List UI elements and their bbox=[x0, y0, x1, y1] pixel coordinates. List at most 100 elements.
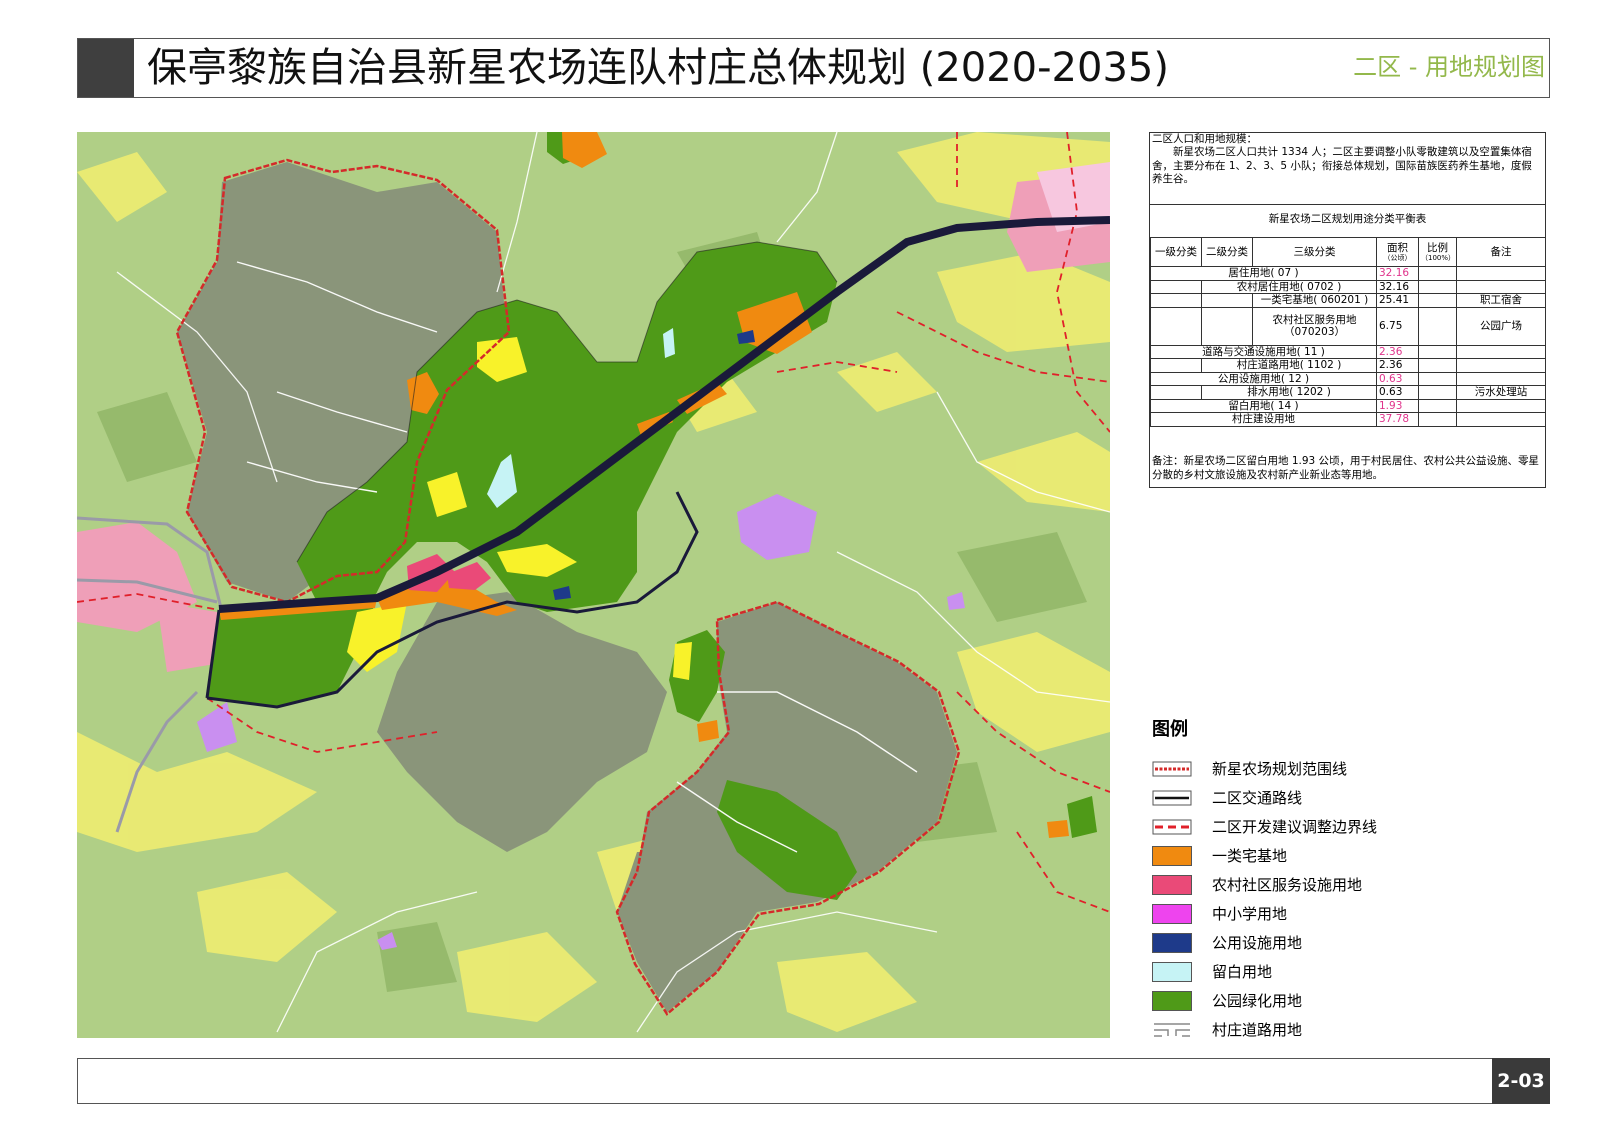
legend-item: 二区开发建议调整边界线 bbox=[1152, 814, 1492, 843]
legend-item: 公园绿化用地 bbox=[1152, 988, 1492, 1017]
row-label: 排水用地( 1202 ) bbox=[1201, 385, 1377, 400]
panel-divider bbox=[1150, 204, 1545, 205]
legend-item: 公用设施用地 bbox=[1152, 930, 1492, 959]
legend-item: 一类宅基地 bbox=[1152, 843, 1492, 872]
row-ratio bbox=[1418, 279, 1457, 294]
row-note bbox=[1456, 279, 1546, 294]
row-note: 职工宿舍 bbox=[1456, 293, 1546, 308]
legend-label: 村庄道路用地 bbox=[1212, 1021, 1303, 1039]
title-bar: 保亭黎族自治县新星农场连队村庄总体规划 (2020-2035) 二区 - 用地规… bbox=[77, 38, 1550, 98]
col-area: 面积 （公顷） bbox=[1376, 237, 1419, 267]
row-blank bbox=[1150, 358, 1202, 373]
row-ratio bbox=[1418, 398, 1457, 413]
page-number: 2-03 bbox=[1492, 1058, 1550, 1104]
col-area-unit: （公顷） bbox=[1383, 254, 1412, 263]
land-use-map[interactable] bbox=[77, 132, 1110, 1038]
legend-label: 新星农场规划范围线 bbox=[1212, 760, 1348, 778]
row-label: 留白用地( 14 ) bbox=[1150, 398, 1377, 413]
table-row: 留白用地( 14 ) 1.93 bbox=[1150, 398, 1546, 413]
col-note: 备注 bbox=[1456, 237, 1546, 267]
row-area: 32.16 bbox=[1376, 266, 1419, 281]
legend-item: 新星农场规划范围线 bbox=[1152, 756, 1492, 785]
table-footnote: 备注：新星农场二区留白用地 1.93 公顷，用于村民居住、农村公共公益设施、零星… bbox=[1152, 455, 1540, 481]
row-label: 农村居住用地( 0702 ) bbox=[1201, 279, 1377, 294]
green-swatch-icon bbox=[1152, 991, 1192, 1011]
table-row: 农村居住用地( 0702 ) 32.16 bbox=[1150, 279, 1546, 294]
row-ratio bbox=[1418, 412, 1457, 427]
row-area: 2.36 bbox=[1376, 358, 1419, 373]
row-note bbox=[1456, 344, 1546, 359]
footer-bar: 2-03 bbox=[77, 1058, 1550, 1104]
pink-swatch-icon bbox=[1152, 875, 1192, 895]
col-ratio-label: 比例 bbox=[1427, 241, 1448, 254]
row-area: 0.63 bbox=[1376, 385, 1419, 400]
navy-swatch-icon bbox=[1152, 933, 1192, 953]
page-subtitle: 二区 - 用地规划图 bbox=[1353, 53, 1545, 81]
red-dotted-boundary-icon bbox=[1152, 761, 1192, 777]
table-row: 村庄道路用地( 1102 ) 2.36 bbox=[1150, 358, 1546, 373]
legend-label: 二区开发建议调整边界线 bbox=[1212, 818, 1378, 836]
red-dashed-boundary-icon bbox=[1152, 819, 1192, 835]
row-area: 6.75 bbox=[1376, 306, 1419, 346]
row-note bbox=[1456, 371, 1546, 386]
col-level1: 一级分类 bbox=[1150, 237, 1202, 267]
table-row: 居住用地( 07 ) 32.16 bbox=[1150, 266, 1546, 281]
legend-item: 留白用地 bbox=[1152, 959, 1492, 988]
row-area: 32.16 bbox=[1376, 279, 1419, 294]
row-label: 公用设施用地( 12 ) bbox=[1150, 371, 1377, 386]
info-panel: 二区人口和用地规模： 新星农场二区人口共计 1334 人；二区主要调整小队零散建… bbox=[1149, 132, 1546, 488]
intro-heading: 二区人口和用地规模： bbox=[1152, 133, 1257, 145]
row-label: 村庄道路用地( 1102 ) bbox=[1201, 358, 1377, 373]
orange-swatch-icon bbox=[1152, 846, 1192, 866]
map-canvas bbox=[77, 132, 1110, 1038]
row-blank bbox=[1201, 293, 1253, 308]
row-blank bbox=[1150, 385, 1202, 400]
legend-label: 留白用地 bbox=[1212, 963, 1273, 981]
row-ratio bbox=[1418, 293, 1457, 308]
col-area-label: 面积 bbox=[1387, 241, 1408, 254]
row-area: 2.36 bbox=[1376, 344, 1419, 359]
lightblue-swatch-icon bbox=[1152, 962, 1192, 982]
row-label: 村庄建设用地 bbox=[1150, 412, 1377, 427]
row-area: 1.93 bbox=[1376, 398, 1419, 413]
legend-label: 二区交通路线 bbox=[1212, 789, 1303, 807]
row-ratio bbox=[1418, 385, 1457, 400]
row-note bbox=[1456, 358, 1546, 373]
legend-label: 农村社区服务设施用地 bbox=[1212, 876, 1363, 894]
row-blank bbox=[1201, 306, 1253, 346]
row-label: 一类宅基地( 060201 ) bbox=[1252, 293, 1377, 308]
row-note bbox=[1456, 398, 1546, 413]
col-level3: 三级分类 bbox=[1252, 237, 1377, 267]
table-header-row: 一级分类 二级分类 三级分类 面积 （公顷） 比例 （100%） 备注 bbox=[1150, 237, 1546, 267]
row-label: 农村社区服务用地（070203） bbox=[1252, 306, 1377, 346]
row-blank bbox=[1150, 293, 1202, 308]
row-area: 0.63 bbox=[1376, 371, 1419, 386]
title-block-mark bbox=[78, 39, 134, 97]
legend-item: 中小学用地 bbox=[1152, 901, 1492, 930]
map-legend: 图例 新星农场规划范围线 二区交通路线 二区开发建议调整边界线 一类宅基地 农村… bbox=[1152, 718, 1492, 1046]
legend-heading: 图例 bbox=[1152, 719, 1188, 740]
row-label: 道路与交通设施用地( 11 ) bbox=[1150, 344, 1377, 359]
page-title: 保亭黎族自治县新星农场连队村庄总体规划 (2020-2035) bbox=[147, 45, 1169, 91]
col-level2: 二级分类 bbox=[1201, 237, 1253, 267]
row-area: 25.41 bbox=[1376, 293, 1419, 308]
balance-table-title: 新星农场二区规划用途分类平衡表 bbox=[1268, 213, 1427, 225]
row-note: 公园广场 bbox=[1456, 306, 1546, 346]
legend-label: 一类宅基地 bbox=[1212, 847, 1288, 865]
table-row: 一类宅基地( 060201 ) 25.41 职工宿舍 bbox=[1150, 293, 1546, 308]
row-area: 37.78 bbox=[1376, 412, 1419, 427]
row-note bbox=[1456, 412, 1546, 427]
col-ratio-unit: （100%） bbox=[1421, 254, 1456, 263]
row-ratio bbox=[1418, 371, 1457, 386]
legend-item: 农村社区服务设施用地 bbox=[1152, 872, 1492, 901]
row-ratio bbox=[1418, 306, 1457, 346]
row-blank bbox=[1150, 279, 1202, 294]
legend-label: 公用设施用地 bbox=[1212, 934, 1303, 952]
balance-table: 一级分类 二级分类 三级分类 面积 （公顷） 比例 （100%） 备注 居住用地( … bbox=[1150, 237, 1546, 427]
table-row: 公用设施用地( 12 ) 0.63 bbox=[1150, 371, 1546, 386]
row-ratio bbox=[1418, 266, 1457, 281]
row-blank bbox=[1150, 306, 1202, 346]
table-row: 村庄建设用地 37.78 bbox=[1150, 412, 1546, 427]
row-ratio bbox=[1418, 344, 1457, 359]
legend-label: 中小学用地 bbox=[1212, 905, 1288, 923]
